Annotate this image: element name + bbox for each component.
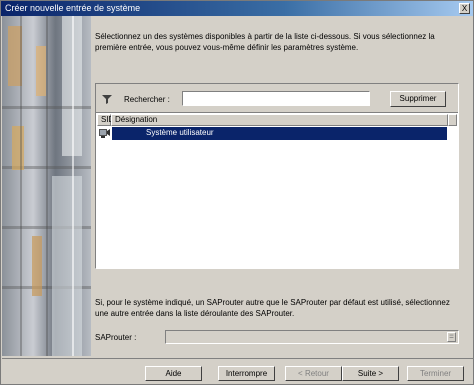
dialog-window: Créer nouvelle entrée de système X Sélec… bbox=[0, 0, 474, 385]
delete-button[interactable]: Supprimer bbox=[390, 91, 446, 107]
search-label: Rechercher : bbox=[124, 95, 170, 104]
saprouter-dropdown[interactable] bbox=[165, 330, 459, 344]
column-header-sid[interactable]: SID bbox=[97, 114, 114, 126]
saprouter-info-text: Si, pour le système indiqué, un SAProute… bbox=[95, 298, 450, 318]
decorative-side-image bbox=[2, 16, 91, 356]
system-icon bbox=[99, 129, 110, 138]
title-bar: Créer nouvelle entrée de système X bbox=[1, 1, 473, 16]
system-list-panel: Rechercher : Supprimer SID Désignation S… bbox=[95, 83, 459, 269]
close-icon: X bbox=[461, 4, 468, 13]
help-button[interactable]: Aide bbox=[145, 366, 202, 381]
table-row[interactable]: Système utilisateur bbox=[97, 127, 447, 140]
row-designation: Système utilisateur bbox=[112, 127, 447, 140]
saprouter-label: SAProuter : bbox=[95, 333, 137, 342]
dropdown-icon[interactable] bbox=[447, 332, 456, 342]
intro-text: Sélectionnez un des systèmes disponibles… bbox=[95, 32, 435, 52]
button-bar: Aide Interrompre < Retour Suite > Termin… bbox=[2, 358, 474, 385]
search-input[interactable] bbox=[182, 91, 370, 106]
next-button[interactable]: Suite > bbox=[342, 366, 399, 381]
back-button[interactable]: < Retour bbox=[285, 366, 342, 381]
finish-button[interactable]: Terminer bbox=[407, 366, 464, 381]
funnel-icon[interactable] bbox=[102, 94, 112, 104]
close-button[interactable]: X bbox=[459, 3, 470, 14]
column-header-filler bbox=[448, 114, 457, 126]
column-header-designation[interactable]: Désignation bbox=[111, 114, 448, 126]
system-table: SID Désignation Système utilisateur bbox=[96, 112, 458, 268]
window-title: Créer nouvelle entrée de système bbox=[5, 3, 141, 13]
cancel-button[interactable]: Interrompre bbox=[218, 366, 275, 381]
